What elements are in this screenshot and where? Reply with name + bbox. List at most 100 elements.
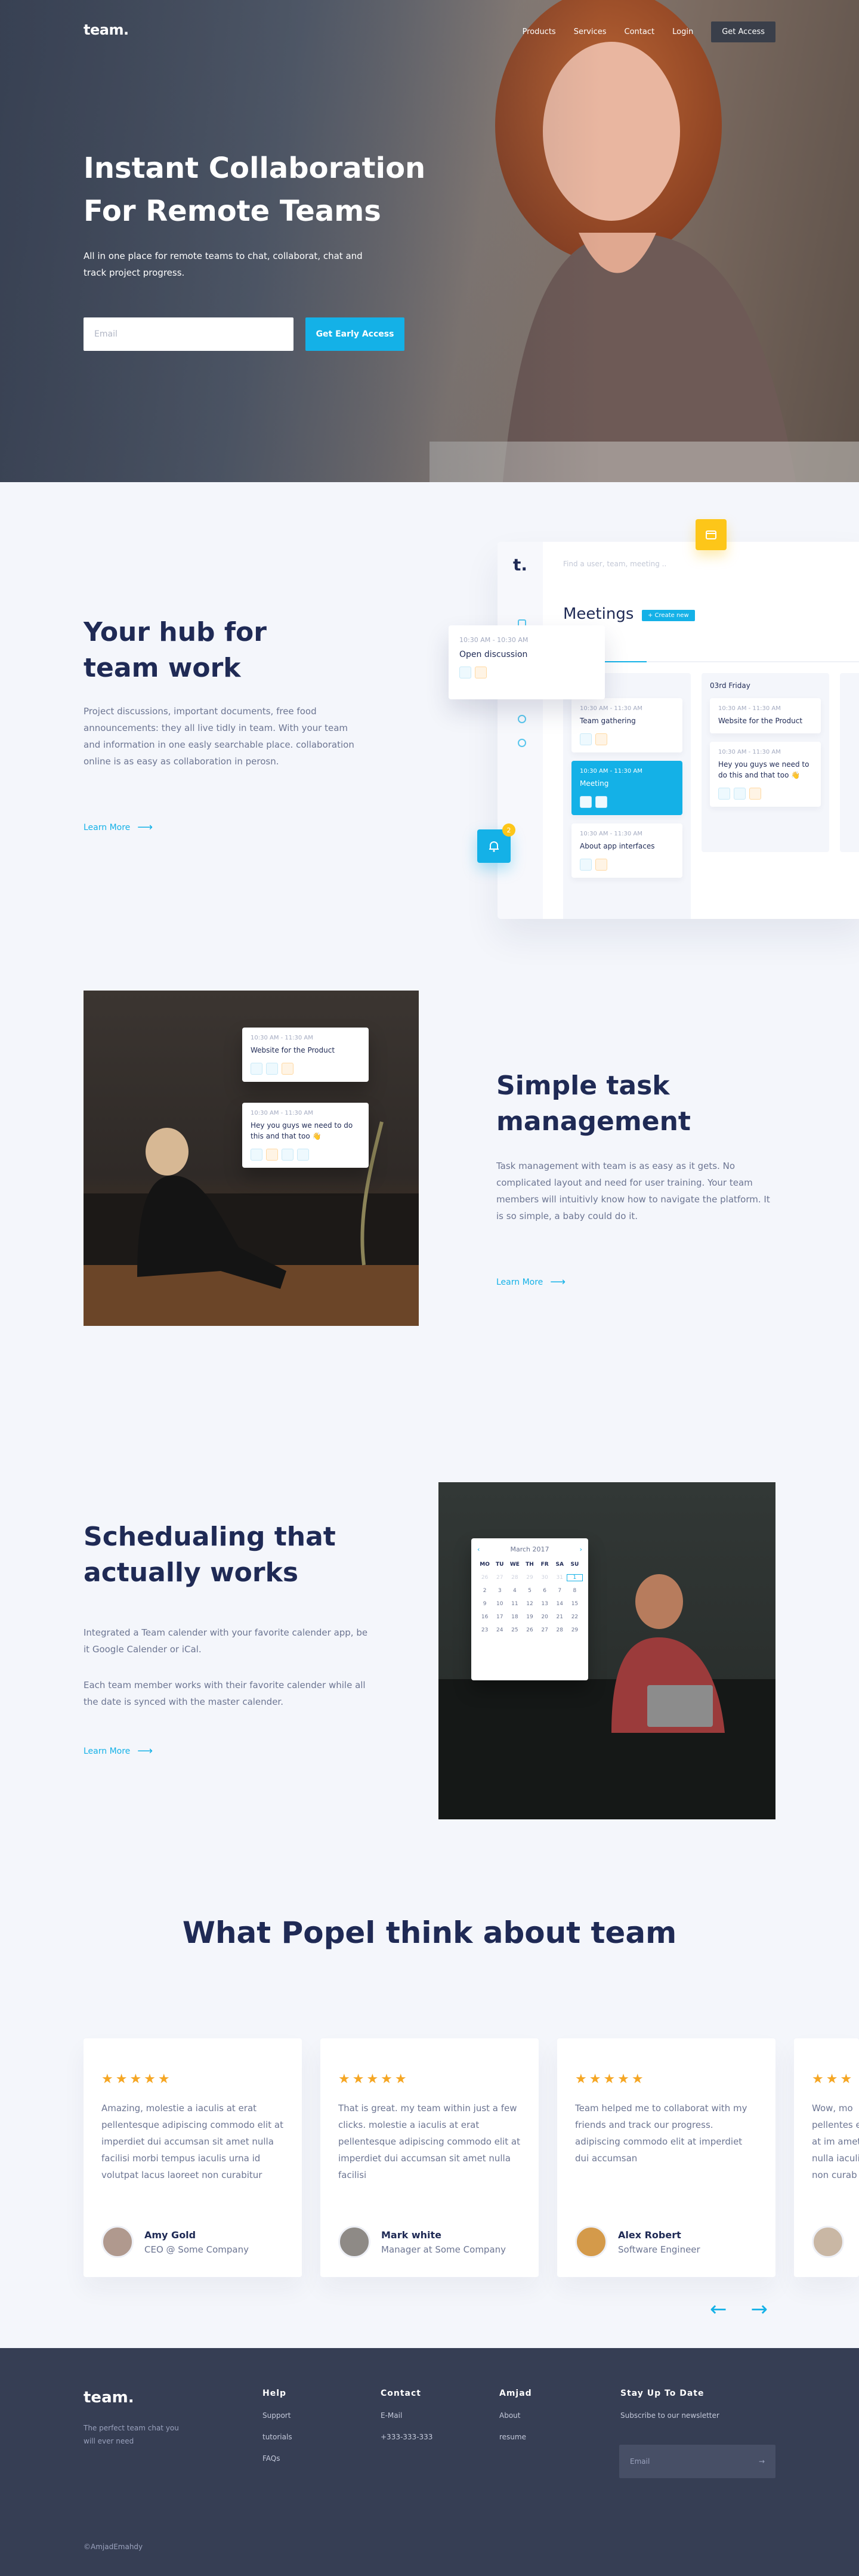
learn-more-label: Learn More	[496, 1277, 543, 1287]
task-title: Meeting	[580, 779, 609, 788]
nav-login[interactable]: Login	[672, 27, 693, 36]
board-column: 03rd Friday 10:30 AM - 11:30 AM Website …	[702, 673, 829, 852]
email-input[interactable]	[84, 317, 293, 351]
calendar-badge-icon	[696, 519, 727, 550]
footer-link-faqs[interactable]: FAQs	[262, 2454, 292, 2463]
newsletter-email-input[interactable]: Email →	[619, 2445, 775, 2478]
calendar-day[interactable]: 28	[552, 1627, 567, 1633]
task-learn-more-link[interactable]: Learn More ⟶	[496, 1276, 566, 1288]
calendar-day[interactable]: 17	[492, 1614, 507, 1620]
calendar-day[interactable]: 29	[522, 1575, 537, 1581]
calendar-day[interactable]: 14	[552, 1601, 567, 1607]
arrow-right-icon: ⟶	[137, 821, 153, 834]
calendar-day-header: MO	[480, 1562, 490, 1568]
task-card: 10:30 AM - 11:30 AM Hey you guys we need…	[242, 1103, 369, 1168]
calendar-day[interactable]: 23	[477, 1627, 492, 1633]
calendar-day[interactable]: 16	[477, 1614, 492, 1620]
calendar-day[interactable]: 5	[522, 1588, 537, 1594]
task-card: 10:30 AM - 11:30 AM Hey you guys we need…	[710, 742, 821, 807]
hub-learn-more-link[interactable]: Learn More ⟶	[84, 821, 153, 834]
calendar-day[interactable]: 7	[552, 1588, 567, 1594]
scheduling-learn-more-link[interactable]: Learn More ⟶	[84, 1745, 153, 1757]
arrow-right-icon[interactable]: →	[751, 2297, 768, 2321]
footer-link-about[interactable]: About	[499, 2411, 532, 2420]
app-tab-underline	[563, 661, 859, 662]
chevron-right-icon[interactable]: ›	[580, 1545, 582, 1553]
calendar-day[interactable]: 31	[552, 1575, 567, 1581]
copyright: ©AmjadEmahdy	[84, 2543, 143, 2551]
calendar-day[interactable]: 26	[522, 1627, 537, 1633]
nav-products[interactable]: Products	[523, 27, 556, 36]
learn-more-label: Learn More	[84, 1746, 131, 1756]
calendar-day[interactable]: 18	[507, 1614, 522, 1620]
footer-logo[interactable]: team.	[84, 2389, 134, 2407]
task-body: Task management with team is as easy as …	[496, 1161, 770, 1221]
arrow-left-icon[interactable]: ←	[710, 2297, 727, 2321]
scheduling-body-1: Integrated a Team calender with your fav…	[84, 1627, 368, 1655]
calendar-day[interactable]: 29	[567, 1627, 582, 1633]
search-icon	[518, 715, 526, 723]
calendar-day[interactable]: 30	[537, 1575, 552, 1581]
footer-contact-title: Contact	[381, 2389, 421, 2398]
calendar-day[interactable]: 9	[477, 1601, 492, 1607]
calendar-day[interactable]: 21	[552, 1614, 567, 1620]
task-time: 10:30 AM - 11:30 AM	[718, 749, 781, 755]
get-early-access-button[interactable]: Get Early Access	[305, 317, 404, 351]
nav-services[interactable]: Services	[574, 27, 607, 36]
calendar-day[interactable]: 15	[567, 1601, 582, 1607]
testimonial-author	[812, 2226, 844, 2258]
app-heading: Meetings	[563, 605, 634, 623]
footer-link-resume[interactable]: resume	[499, 2433, 532, 2441]
task-title: Website for the Product	[718, 717, 803, 725]
logo[interactable]: team.	[84, 21, 129, 38]
arrow-right-icon: ⟶	[550, 1276, 566, 1288]
calendar-day[interactable]: 20	[537, 1614, 552, 1620]
testimonial-author: Amy Gold CEO @ Some Company	[101, 2226, 249, 2258]
get-access-button[interactable]: Get Access	[711, 21, 775, 42]
calendar-day[interactable]: 6	[537, 1588, 552, 1594]
calendar-day-header: WE	[509, 1562, 520, 1568]
calendar-day[interactable]: 27	[537, 1627, 552, 1633]
calendar-day[interactable]: 3	[492, 1588, 507, 1594]
calendar-day[interactable]: 27	[492, 1575, 507, 1581]
calendar-day[interactable]: 22	[567, 1614, 582, 1620]
calendar-day[interactable]: 11	[507, 1601, 522, 1607]
calendar-grid: MO TU WE TH FR SA SU 26 27 28 29 30 31 1 2 3 4 5 6 7 8 9 10 11 1…	[477, 1562, 583, 1633]
footer-link-tutorials[interactable]: tutorials	[262, 2433, 292, 2441]
arrow-right-icon[interactable]: →	[759, 2457, 765, 2466]
task-title: Team gathering	[580, 717, 636, 725]
calendar-day[interactable]: 1	[566, 1574, 583, 1581]
nav-contact[interactable]: Contact	[625, 27, 655, 36]
calendar-day[interactable]: 4	[507, 1588, 522, 1594]
task-title: Website for the Product	[251, 1046, 335, 1054]
calendar-day[interactable]: 28	[507, 1575, 522, 1581]
calendar-day[interactable]: 25	[507, 1627, 522, 1633]
calendar-day[interactable]: 2	[477, 1588, 492, 1594]
calendar-day[interactable]: 19	[522, 1614, 537, 1620]
hero-title: Instant Collaboration For Remote Teams	[84, 152, 426, 228]
board-column-partial	[840, 673, 859, 852]
author-name: Mark white	[381, 2229, 441, 2241]
author-name: Amy Gold	[144, 2229, 196, 2241]
hub-title: Your hub for team work	[84, 617, 267, 683]
calendar-day[interactable]: 12	[522, 1601, 537, 1607]
calendar-day[interactable]: 26	[477, 1575, 492, 1581]
task-card: 10:30 AM - 11:30 AM About app interfaces	[571, 823, 682, 878]
footer-link-email[interactable]: E-Mail	[381, 2411, 432, 2420]
calendar-day[interactable]: 13	[537, 1601, 552, 1607]
footer-help-title: Help	[262, 2389, 287, 2398]
calendar-day[interactable]: 8	[567, 1588, 582, 1594]
chevron-left-icon[interactable]: ‹	[477, 1545, 480, 1553]
testimonial-quote: Amazing, molestie a iaculis at erat pell…	[101, 2103, 283, 2180]
gear-icon	[518, 739, 526, 747]
task-title: Hey you guys we need to do this and that…	[251, 1121, 353, 1140]
calendar-day[interactable]: 24	[492, 1627, 507, 1633]
calendar-day[interactable]: 10	[492, 1601, 507, 1607]
calendar-day-header: SA	[555, 1562, 564, 1568]
task-time: 10:30 AM - 11:30 AM	[580, 831, 642, 837]
calendar-day-header: FR	[540, 1562, 549, 1568]
arrow-right-icon: ⟶	[137, 1745, 153, 1757]
testimonials-title: What Popel think about team	[182, 1915, 677, 1950]
testimonial-quote: That is great. my team within just a few…	[338, 2103, 520, 2180]
footer-link-support[interactable]: Support	[262, 2411, 292, 2420]
